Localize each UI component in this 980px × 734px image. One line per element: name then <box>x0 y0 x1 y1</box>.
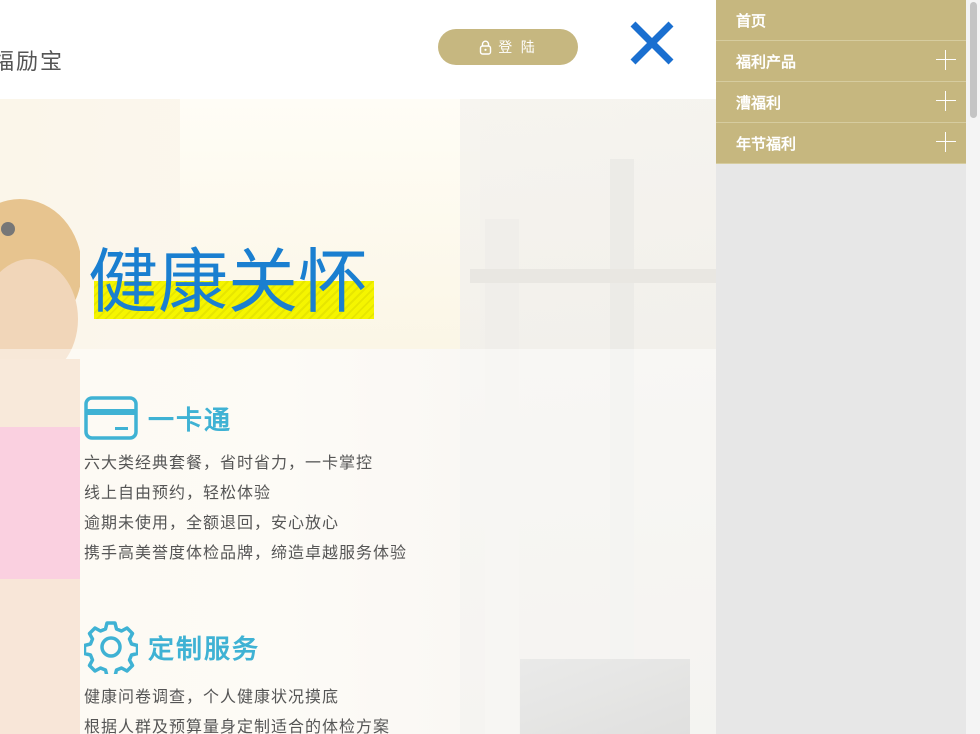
plus-icon[interactable] <box>936 132 956 152</box>
menu-item-home[interactable]: 首页 <box>716 0 966 41</box>
feature-title: 一卡通 <box>148 405 233 436</box>
background-beam <box>470 269 716 283</box>
plus-icon[interactable] <box>936 91 956 111</box>
close-icon[interactable] <box>628 20 676 66</box>
feature-title: 定制服务 <box>148 634 261 665</box>
side-menu: 首页 福利产品 漕福利 年节福利 <box>716 0 980 734</box>
feature-line: 逾期未使用，全额退回，安心放心 <box>84 513 340 532</box>
feature-line: 线上自由预约，轻松体验 <box>84 483 272 502</box>
scrollbar[interactable] <box>966 0 980 734</box>
feature-line: 六大类经典套餐，省时省力，一卡掌控 <box>84 453 374 472</box>
menu-item-holiday-welfare[interactable]: 年节福利 <box>716 123 966 164</box>
menu-item-welfare-products[interactable]: 福利产品 <box>716 41 966 82</box>
plus-icon[interactable] <box>936 50 956 70</box>
menu-list: 首页 福利产品 漕福利 年节福利 <box>716 0 966 164</box>
card-icon <box>84 396 138 440</box>
feature-custom-service: 定制服务 健康问卷调查，个人健康状况摸底 根据人群及预算量身定制适合的体检方案 <box>84 620 390 734</box>
login-label: 登 陆 <box>498 40 537 56</box>
feature-line: 携手高美誉度体检品牌，缔造卓越服务体验 <box>84 543 408 562</box>
feature-description: 健康问卷调查，个人健康状况摸底 根据人群及预算量身定制适合的体检方案 <box>84 682 390 734</box>
feature-line: 健康问卷调查，个人健康状况摸底 <box>84 687 340 706</box>
header: 福励宝 登 陆 <box>0 0 716 99</box>
main-page: 福励宝 登 陆 健康关怀 一卡通 六大类经典套餐，省时省力，一卡掌控 线上自由预… <box>0 0 716 734</box>
menu-item-cao-welfare[interactable]: 漕福利 <box>716 82 966 123</box>
hero-title-block: 健康关怀 <box>88 239 374 325</box>
scrollbar-thumb[interactable] <box>970 2 977 118</box>
feature-header: 定制服务 <box>84 620 390 674</box>
feature-header: 一卡通 <box>84 396 407 440</box>
menu-item-label: 年节福利 <box>736 134 797 153</box>
menu-item-label: 首页 <box>736 11 767 30</box>
gear-icon <box>84 621 138 674</box>
login-button[interactable]: 登 陆 <box>438 29 578 65</box>
feature-card: 一卡通 六大类经典套餐，省时省力，一卡掌控 线上自由预约，轻松体验 逾期未使用，… <box>84 396 407 568</box>
feature-line: 根据人群及预算量身定制适合的体检方案 <box>84 717 391 734</box>
hero-title: 健康关怀 <box>88 241 368 323</box>
menu-item-label: 福利产品 <box>736 52 797 71</box>
feature-description: 六大类经典套餐，省时省力，一卡掌控 线上自由预约，轻松体验 逾期未使用，全额退回… <box>84 448 407 568</box>
menu-item-label: 漕福利 <box>736 93 782 112</box>
lock-icon <box>480 40 492 55</box>
brand-logo[interactable]: 福励宝 <box>0 44 64 76</box>
